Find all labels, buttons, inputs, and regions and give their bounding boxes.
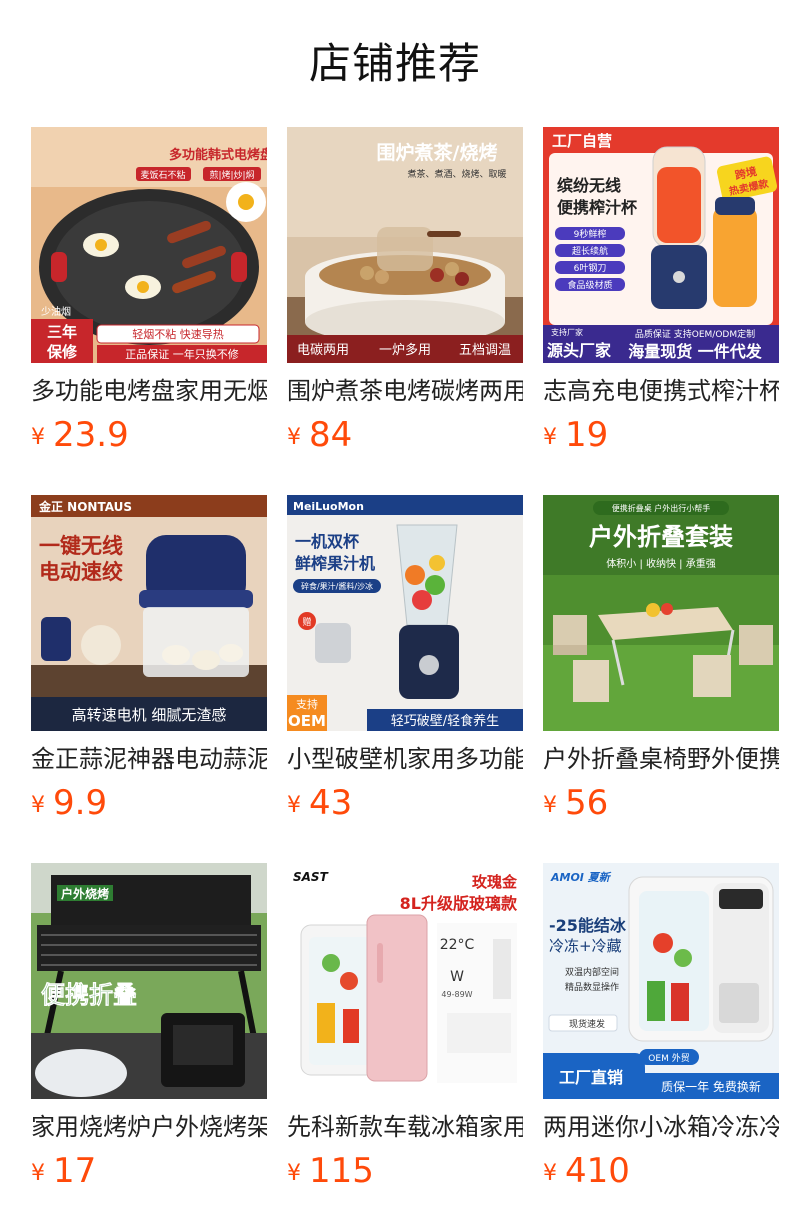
product-card[interactable]: 工厂自营 缤纷无线 便携榨汁杯 跨境 热卖爆款 9秒鲜榨 超长续航 6叶钢刀 食… — [543, 127, 779, 495]
product-card[interactable]: 便携折叠桌 户外出行小帮手 户外折叠套装 体积小 | 收纳快 | 承重强 户外折… — [543, 495, 779, 863]
svg-text:现货速发: 现货速发 — [569, 1018, 605, 1030]
product-name[interactable]: 先科新款车载冰箱家用 — [287, 1111, 523, 1143]
product-image[interactable]: 围炉煮茶/烧烤 煮茶、煮酒、烧烤、取暖 电碳两用 一炉多用 五档调温 — [287, 127, 523, 363]
page-title: 店铺推荐 — [308, 39, 481, 88]
svg-text:一炉多用: 一炉多用 — [379, 342, 431, 358]
product-price: ¥115 — [287, 1151, 374, 1191]
product-image[interactable]: 工厂自营 缤纷无线 便携榨汁杯 跨境 热卖爆款 9秒鲜榨 超长续航 6叶钢刀 食… — [543, 127, 779, 363]
product-image[interactable]: 便携折叠桌 户外出行小帮手 户外折叠套装 体积小 | 收纳快 | 承重强 — [543, 495, 779, 731]
svg-text:金正 NONTAUS: 金正 NONTAUS — [38, 499, 132, 514]
product-card[interactable]: AMOI 夏新 -25能结冰 冷冻+冷藏 双温内部空间 精品数显操作 现货速发 … — [543, 863, 779, 1231]
product-name[interactable]: 小型破壁机家用多功能 — [287, 743, 523, 775]
svg-text:食品级材质: 食品级材质 — [567, 279, 612, 291]
product-price: ¥56 — [543, 783, 609, 823]
svg-text:户外折叠套装: 户外折叠套装 — [589, 523, 733, 551]
svg-text:煮茶、煮酒、烧烤、取暖: 煮茶、煮酒、烧烤、取暖 — [407, 168, 506, 180]
product-card[interactable]: MeiLuoMon 一机双杯 鲜榨果汁机 碎食/果汁/酱料/沙冰 赠 支持 OE… — [287, 495, 523, 863]
product-card[interactable]: 户外烧烤 便携折叠 家用烧烤炉户外烧烤架 ¥17 — [31, 863, 267, 1231]
svg-text:碎食/果汁/酱料/沙冰: 碎食/果汁/酱料/沙冰 — [301, 581, 373, 591]
svg-text:保修: 保修 — [46, 343, 78, 361]
product-card[interactable]: 围炉煮茶/烧烤 煮茶、煮酒、烧烤、取暖 电碳两用 一炉多用 五档调温 围炉煮茶电… — [287, 127, 523, 495]
svg-text:缤纷无线: 缤纷无线 — [557, 176, 621, 195]
svg-text:轻巧破壁/轻食养生: 轻巧破壁/轻食养生 — [391, 713, 499, 729]
svg-text:高转速电机 细腻无渣感: 高转速电机 细腻无渣感 — [72, 706, 227, 724]
svg-text:电碳两用: 电碳两用 — [297, 343, 349, 358]
product-card[interactable]: SAST 玫瑰金 8L升级版玻璃款 22°C W 49-89W 先科新款车载冰箱… — [287, 863, 523, 1231]
product-card[interactable]: 金正 NONTAUS 一键无线 电动速绞 高转速电机 细腻无渣感 金正蒜泥神器电… — [31, 495, 267, 863]
svg-text:6叶钢刀: 6叶钢刀 — [574, 262, 607, 274]
product-image[interactable]: 多功能韩式电烤盘 麦饭石不粘 煎|烤|炒|焖 少油烟 三年 保修 轻烟不粘 快速… — [31, 127, 267, 363]
svg-text:支持厂家: 支持厂家 — [551, 327, 583, 337]
svg-text:一机双杯: 一机双杯 — [295, 532, 360, 551]
product-price: ¥17 — [31, 1151, 97, 1191]
svg-text:超长续航: 超长续航 — [572, 245, 608, 257]
product-image[interactable]: 户外烧烤 便携折叠 — [31, 863, 267, 1099]
image-caption: 多功能韩式电烤盘 — [169, 147, 267, 163]
svg-text:8L升级版玻璃款: 8L升级版玻璃款 — [400, 894, 518, 913]
svg-text:品质保证 支持OEM/ODM定制: 品质保证 支持OEM/ODM定制 — [635, 328, 755, 340]
svg-text:赠: 赠 — [302, 616, 311, 628]
svg-text:玫瑰金: 玫瑰金 — [472, 873, 518, 891]
svg-text:精品数显操作: 精品数显操作 — [565, 981, 619, 993]
svg-text:围炉煮茶/烧烤: 围炉煮茶/烧烤 — [377, 141, 498, 164]
product-image[interactable]: SAST 玫瑰金 8L升级版玻璃款 22°C W 49-89W — [287, 863, 523, 1099]
product-price: ¥23.9 — [31, 415, 129, 455]
svg-text:OEM 外贸: OEM 外贸 — [648, 1052, 689, 1064]
svg-text:W: W — [450, 969, 464, 985]
product-card[interactable]: 多功能韩式电烤盘 麦饭石不粘 煎|烤|炒|焖 少油烟 三年 保修 轻烟不粘 快速… — [31, 127, 267, 495]
product-name[interactable]: 户外折叠桌椅野外便携 — [543, 743, 779, 775]
product-price: ¥84 — [287, 415, 353, 455]
product-price: ¥410 — [543, 1151, 630, 1191]
svg-text:电动速绞: 电动速绞 — [39, 560, 123, 584]
svg-text:鲜榨果汁机: 鲜榨果汁机 — [295, 554, 375, 573]
svg-text:海量现货 一件代发: 海量现货 一件代发 — [628, 342, 763, 361]
product-price: ¥9.9 — [31, 783, 108, 823]
svg-text:轻烟不粘 快速导热: 轻烟不粘 快速导热 — [132, 327, 224, 341]
svg-text:三年: 三年 — [47, 323, 77, 341]
svg-text:MeiLuoMon: MeiLuoMon — [293, 500, 364, 513]
svg-text:户外烧烤: 户外烧烤 — [61, 886, 109, 901]
svg-text:质保一年 免费换新: 质保一年 免费换新 — [661, 1079, 761, 1094]
svg-text:工厂自营: 工厂自营 — [552, 132, 612, 150]
svg-text:麦饭石不粘: 麦饭石不粘 — [140, 169, 185, 181]
product-name[interactable]: 志高充电便携式榨汁杯 — [543, 375, 779, 407]
product-name[interactable]: 两用迷你小冰箱冷冻冷藏 — [543, 1111, 779, 1143]
svg-text:工厂直销: 工厂直销 — [559, 1068, 623, 1087]
svg-text:便携榨汁杯: 便携榨汁杯 — [557, 198, 638, 217]
svg-text:支持: 支持 — [296, 697, 318, 711]
svg-text:一键无线: 一键无线 — [39, 534, 123, 558]
svg-text:便携折叠桌 户外出行小帮手: 便携折叠桌 户外出行小帮手 — [612, 503, 711, 513]
svg-text:9秒鲜榨: 9秒鲜榨 — [574, 228, 607, 240]
product-image[interactable]: MeiLuoMon 一机双杯 鲜榨果汁机 碎食/果汁/酱料/沙冰 赠 支持 OE… — [287, 495, 523, 731]
product-name[interactable]: 多功能电烤盘家用无烟 — [31, 375, 267, 407]
svg-text:源头厂家: 源头厂家 — [547, 341, 612, 360]
svg-text:正品保证 一年只换不修: 正品保证 一年只换不修 — [125, 347, 239, 361]
product-price: ¥19 — [543, 415, 609, 455]
product-name[interactable]: 围炉煮茶电烤碳烤两用 — [287, 375, 523, 407]
svg-text:双温内部空间: 双温内部空间 — [565, 966, 619, 978]
svg-text:-25能结冰: -25能结冰 — [549, 916, 627, 935]
svg-text:AMOI 夏新: AMOI 夏新 — [550, 871, 612, 884]
product-name[interactable]: 金正蒜泥神器电动蒜泥 — [31, 743, 267, 775]
product-name[interactable]: 家用烧烤炉户外烧烤架 — [31, 1111, 267, 1143]
product-price: ¥43 — [287, 783, 353, 823]
svg-text:便携折叠: 便携折叠 — [41, 981, 137, 1009]
svg-text:煎|烤|炒|焖: 煎|烤|炒|焖 — [209, 169, 254, 181]
svg-text:SAST: SAST — [293, 870, 329, 884]
svg-text:体积小 | 收纳快 | 承重强: 体积小 | 收纳快 | 承重强 — [606, 557, 715, 570]
svg-text:22°C: 22°C — [440, 937, 475, 953]
svg-text:五档调温: 五档调温 — [459, 343, 511, 358]
product-grid: 多功能韩式电烤盘 麦饭石不粘 煎|烤|炒|焖 少油烟 三年 保修 轻烟不粘 快速… — [31, 127, 779, 1231]
svg-text:冷冻+冷藏: 冷冻+冷藏 — [549, 937, 622, 955]
svg-text:少油烟: 少油烟 — [41, 305, 71, 318]
product-image[interactable]: AMOI 夏新 -25能结冰 冷冻+冷藏 双温内部空间 精品数显操作 现货速发 … — [543, 863, 779, 1099]
svg-text:49-89W: 49-89W — [441, 990, 472, 999]
svg-text:OEM: OEM — [288, 712, 326, 730]
product-image[interactable]: 金正 NONTAUS 一键无线 电动速绞 高转速电机 细腻无渣感 — [31, 495, 267, 731]
